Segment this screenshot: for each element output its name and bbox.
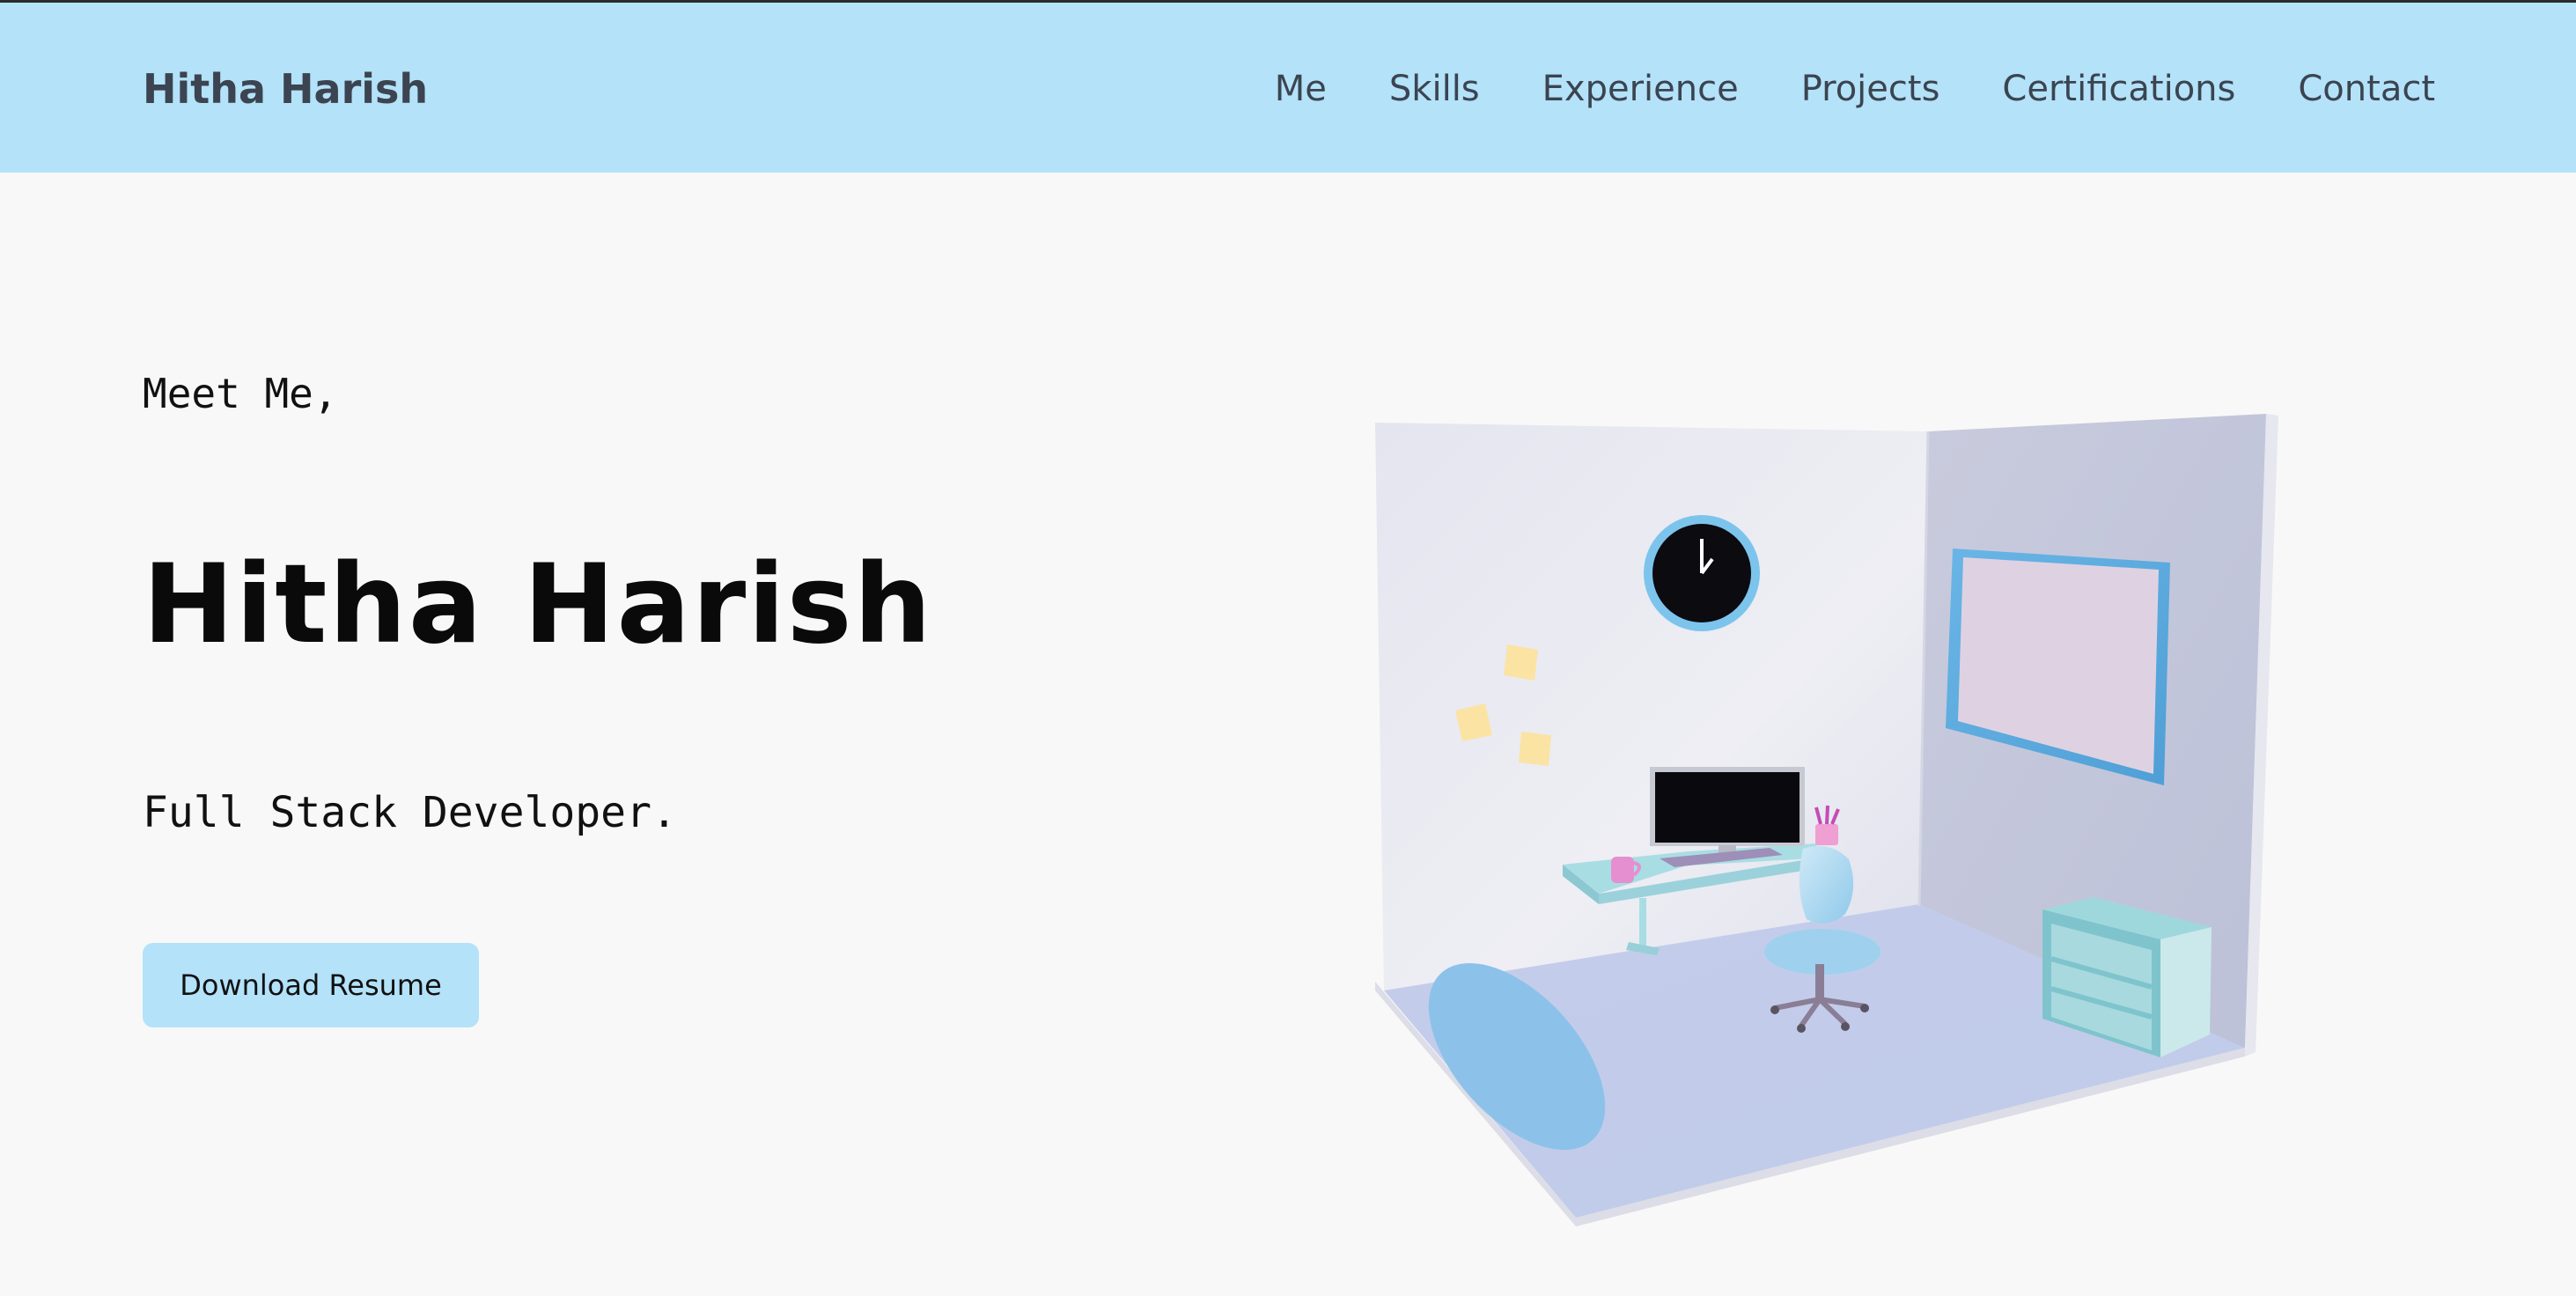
nav-item-skills[interactable]: Skills bbox=[1389, 61, 1480, 117]
nav-item-projects[interactable]: Projects bbox=[1801, 61, 1940, 117]
navbar: Hitha Harish Me Skills Experience Projec… bbox=[0, 0, 2576, 173]
hero-greeting: Meet Me, bbox=[143, 370, 338, 417]
nav-item-contact[interactable]: Contact bbox=[2298, 61, 2435, 117]
nav-item-certifications[interactable]: Certifications bbox=[2002, 61, 2235, 117]
brand-logo[interactable]: Hitha Harish bbox=[143, 61, 428, 117]
nav-links: Me Skills Experience Projects Certificat… bbox=[1275, 61, 2435, 117]
nav-item-me[interactable]: Me bbox=[1275, 61, 1327, 117]
nav-item-experience[interactable]: Experience bbox=[1542, 61, 1739, 117]
download-resume-button[interactable]: Download Resume bbox=[143, 943, 479, 1027]
hero-role: Full Stack Developer. bbox=[143, 788, 677, 837]
hero-name: Hitha Harish bbox=[143, 541, 933, 668]
room-illustration-icon bbox=[1375, 414, 2278, 1226]
